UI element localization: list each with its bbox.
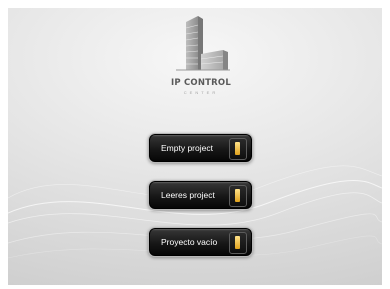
brand-name: IP CONTROL	[171, 78, 231, 88]
proyecto-vacio-button[interactable]: Proyecto vacío	[148, 227, 253, 257]
brand-tagline: CENTER	[183, 90, 219, 95]
leeres-project-button[interactable]: Leeres project	[148, 180, 253, 210]
app-window: IP CONTROL CENTER Empty project Leeres p…	[8, 8, 382, 285]
button-label: Leeres project	[161, 190, 215, 200]
empty-project-button[interactable]: Empty project	[148, 133, 253, 163]
ip-control-logo: IP CONTROL CENTER	[168, 14, 234, 104]
button-label: Empty project	[161, 143, 213, 153]
indicator-icon	[229, 232, 247, 254]
building-icon	[176, 16, 230, 71]
indicator-icon	[229, 138, 247, 160]
button-label: Proyecto vacío	[161, 237, 218, 247]
indicator-icon	[229, 185, 247, 207]
